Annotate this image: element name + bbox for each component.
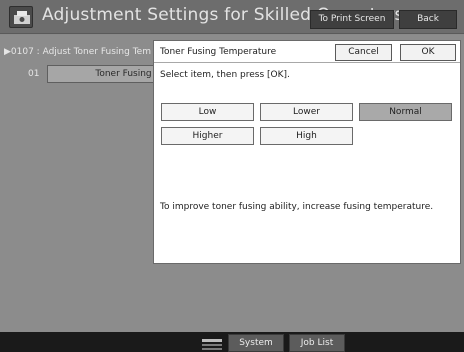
option-normal[interactable]: Normal [359, 103, 452, 121]
ok-button[interactable]: OK [400, 44, 456, 61]
instruction-text: Select item, then press [OK]. [160, 70, 290, 80]
setting-item-label: ▶0107 : Adjust Toner Fusing Tem [4, 47, 151, 57]
description-text: To improve toner fusing ability, increas… [160, 202, 434, 212]
copier-icon [9, 6, 33, 28]
status-indicator-icon [202, 336, 222, 350]
option-lower[interactable]: Lower [260, 103, 353, 121]
job-list-button[interactable]: Job List [289, 334, 345, 352]
option-low[interactable]: Low [161, 103, 254, 121]
back-button[interactable]: Back [399, 10, 457, 29]
toner-fusing-row-button[interactable]: Toner Fusing T [47, 65, 167, 83]
option-higher[interactable]: Higher [161, 127, 254, 145]
dialog-title: Toner Fusing Temperature [160, 47, 277, 57]
print-screen-button[interactable]: To Print Screen [310, 10, 394, 29]
header-bar: Adjustment Settings for Skilled Operator… [0, 0, 464, 34]
row-number: 01 [28, 69, 40, 79]
option-high[interactable]: High [260, 127, 353, 145]
dialog-header: Toner Fusing Temperature Cancel OK [154, 41, 460, 63]
system-status-button[interactable]: System Status [228, 334, 284, 352]
toner-fusing-dialog: Toner Fusing Temperature Cancel OK Selec… [153, 40, 461, 264]
cancel-button[interactable]: Cancel [335, 44, 392, 61]
